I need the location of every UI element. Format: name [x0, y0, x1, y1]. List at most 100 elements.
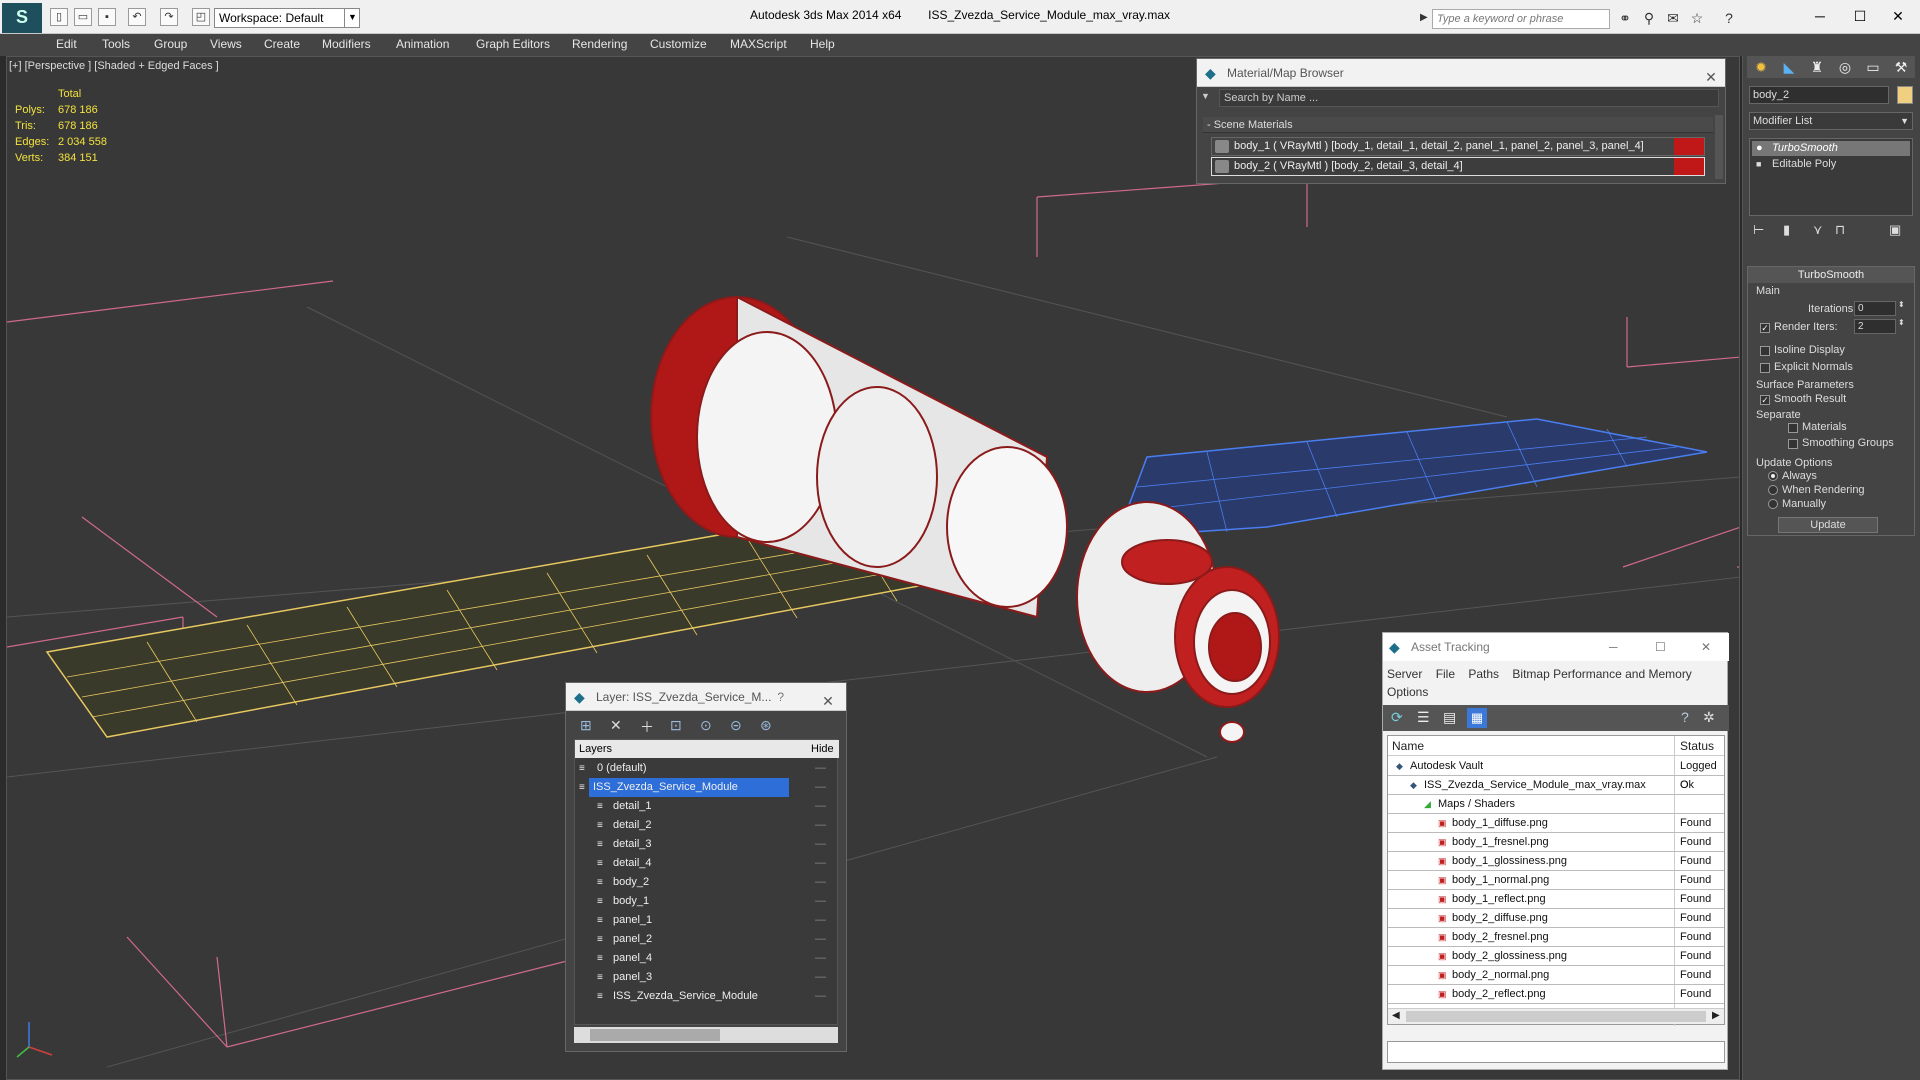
scrollbar-thumb[interactable]	[1406, 1011, 1706, 1022]
hide-toggle[interactable]: —	[815, 968, 826, 987]
asset-row[interactable]: ▣ body_1_glossiness.png Found	[1388, 852, 1724, 871]
menu-rendering[interactable]: Rendering	[572, 37, 627, 51]
asset-row[interactable]: ▣ body_1_diffuse.png Found	[1388, 814, 1724, 833]
menu-customize[interactable]: Customize	[650, 37, 707, 51]
asset-row[interactable]: ▣ body_1_fresnel.png Found	[1388, 833, 1724, 852]
spinner-arrows-icon[interactable]: ⬍	[1898, 300, 1905, 309]
list-view-icon[interactable]: ☰	[1417, 709, 1430, 726]
pin-stack-icon[interactable]: ⊢	[1753, 222, 1764, 238]
freeze-all-icon[interactable]: ⊛	[760, 717, 772, 734]
service-module-body[interactable]	[650, 295, 1280, 743]
asset-row[interactable]: ▣ body_2_glossiness.png Found	[1388, 947, 1724, 966]
material-item-body1[interactable]: body_1 ( VRayMtl ) [body_1, detail_1, de…	[1211, 137, 1705, 156]
hide-toggle[interactable]: —	[815, 892, 826, 911]
create-tab-icon[interactable]: ✹	[1747, 56, 1775, 78]
asset-tracking-titlebar[interactable]: ◆ Asset Tracking ─ ☐ ✕	[1383, 633, 1729, 661]
close-icon[interactable]: ✕	[818, 687, 838, 715]
scrollbar[interactable]	[1715, 115, 1723, 179]
layer-row[interactable]: 0 (default) ≡ —	[575, 759, 839, 778]
menu-help[interactable]: Help	[810, 37, 835, 51]
asset-row[interactable]: ▣ body_1_reflect.png Found	[1388, 890, 1724, 909]
iterations-spinner[interactable]: 0	[1854, 301, 1896, 316]
right-solar-panel[interactable]	[1115, 418, 1708, 538]
asset-row[interactable]: ▣ body_2_diffuse.png Found	[1388, 909, 1724, 928]
favorites-icon[interactable]: ☆	[1688, 10, 1706, 28]
chevron-down-icon[interactable]: ▼	[1201, 91, 1213, 105]
display-tab-icon[interactable]: ▭	[1859, 56, 1887, 78]
close-icon[interactable]: ✕	[1701, 63, 1721, 91]
modify-tab-icon[interactable]: ◣	[1775, 56, 1803, 78]
layer-row[interactable]: detail_4 ≡ —	[575, 854, 839, 873]
hide-toggle[interactable]: —	[815, 949, 826, 968]
layer-manager-titlebar[interactable]: ◆ Layer: ISS_Zvezda_Service_M... ? ✕	[566, 683, 846, 711]
hide-toggle[interactable]: —	[815, 911, 826, 930]
hide-toggle[interactable]: —	[815, 854, 826, 873]
viewport-label[interactable]: [+] [Perspective ] [Shaded + Edged Faces…	[9, 60, 219, 72]
menu-views[interactable]: Views	[210, 37, 242, 51]
layer-row[interactable]: panel_2 ≡ —	[575, 930, 839, 949]
thumbnail-view-icon[interactable]: ▤	[1443, 709, 1456, 726]
create-layer-icon[interactable]: ⊞	[580, 717, 592, 734]
hide-toggle[interactable]: —	[815, 930, 826, 949]
material-item-body2[interactable]: body_2 ( VRayMtl ) [body_2, detail_3, de…	[1211, 157, 1705, 176]
settings-icon[interactable]: ✲	[1703, 709, 1715, 726]
layer-row[interactable]: detail_3 ≡ —	[575, 835, 839, 854]
communication-icon[interactable]: ✉	[1664, 10, 1682, 28]
menu-edit[interactable]: Edit	[56, 37, 77, 51]
maximize-icon[interactable]: ☐	[1840, 4, 1880, 28]
motion-tab-icon[interactable]: ◎	[1831, 56, 1859, 78]
asset-row[interactable]: ▣ body_1_normal.png Found	[1388, 871, 1724, 890]
render-iters-spinner[interactable]: 2	[1854, 319, 1896, 334]
menu-animation[interactable]: Animation	[396, 37, 449, 51]
layer-row[interactable]: body_1 ≡ —	[575, 892, 839, 911]
layer-row[interactable]: panel_3 ≡ —	[575, 968, 839, 987]
search-arrow-icon[interactable]: ▶	[1420, 12, 1428, 23]
refresh-icon[interactable]: ⟳	[1391, 709, 1403, 726]
scrollbar-thumb[interactable]	[590, 1029, 720, 1041]
isoline-display-checkbox[interactable]	[1760, 346, 1770, 356]
utilities-tab-icon[interactable]: ⚒	[1887, 56, 1915, 78]
configure-sets-icon[interactable]: ▣	[1889, 222, 1901, 238]
col-layers[interactable]: Layers	[579, 740, 612, 758]
hide-toggle[interactable]: —	[815, 835, 826, 854]
hide-toggle[interactable]: —	[815, 778, 826, 797]
layer-row[interactable]: detail_2 ≡ —	[575, 816, 839, 835]
search-input[interactable]: Type a keyword or phrase	[1432, 9, 1610, 29]
menu-options[interactable]: Options	[1387, 685, 1428, 699]
menu-maxscript[interactable]: MAXScript	[730, 37, 787, 51]
object-color-swatch[interactable]	[1897, 86, 1913, 104]
layer-row[interactable]: body_2 ≡ —	[575, 873, 839, 892]
explicit-normals-checkbox[interactable]	[1760, 363, 1770, 373]
material-browser-titlebar[interactable]: ◆ Material/Map Browser ✕	[1197, 59, 1725, 87]
material-search-input[interactable]: Search by Name ...	[1219, 89, 1719, 107]
hide-toggle[interactable]: —	[815, 816, 826, 835]
add-to-layer-icon[interactable]: ＋	[640, 717, 654, 737]
menu-group[interactable]: Group	[154, 37, 187, 51]
menu-graph-editors[interactable]: Graph Editors	[476, 37, 550, 51]
hide-toggle[interactable]: —	[815, 987, 826, 1006]
make-unique-icon[interactable]: ⋎	[1813, 222, 1823, 238]
rollout-header[interactable]: TurboSmooth	[1748, 267, 1914, 283]
subscription-icon[interactable]: ⚲	[1640, 10, 1658, 28]
col-name[interactable]: Name	[1392, 736, 1424, 756]
update-when-rendering-radio[interactable]	[1768, 485, 1778, 495]
menu-create[interactable]: Create	[264, 37, 300, 51]
remove-modifier-icon[interactable]: ⊓	[1835, 222, 1845, 238]
maximize-icon[interactable]: ☐	[1655, 633, 1666, 661]
separate-materials-checkbox[interactable]	[1788, 423, 1798, 433]
table-view-icon[interactable]: ▦	[1467, 708, 1487, 728]
select-objects-icon[interactable]: ⊡	[670, 717, 682, 734]
stack-item-editable-poly[interactable]: ■ Editable Poly	[1752, 157, 1910, 172]
delete-layer-icon[interactable]: ✕	[610, 717, 622, 734]
minimize-icon[interactable]: ─	[1609, 633, 1618, 661]
menu-modifiers[interactable]: Modifiers	[322, 37, 371, 51]
update-button[interactable]: Update	[1778, 517, 1878, 533]
layer-row[interactable]: ISS_Zvezda_Service_Module ≡ —	[575, 987, 839, 1006]
render-iters-checkbox[interactable]: ✓	[1760, 323, 1770, 333]
menu-bitmap-performance[interactable]: Bitmap Performance and Memory	[1512, 667, 1691, 681]
show-end-result-icon[interactable]: ▮	[1783, 222, 1790, 238]
minimize-icon[interactable]: ─	[1800, 4, 1840, 28]
spinner-arrows-icon[interactable]: ⬍	[1898, 318, 1905, 327]
separate-smoothing-checkbox[interactable]	[1788, 439, 1798, 449]
hide-toggle[interactable]: —	[815, 873, 826, 892]
